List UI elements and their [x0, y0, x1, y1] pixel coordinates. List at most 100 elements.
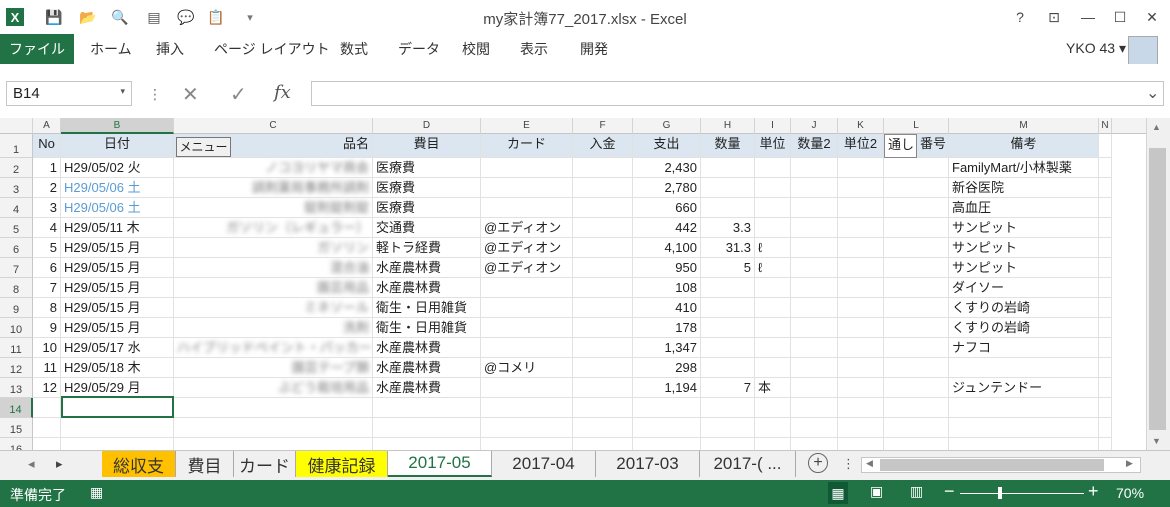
user-account[interactable]: YKO 43 ▾ [1066, 40, 1126, 57]
item-name-cell[interactable]: 錠剤錠剤錠 [174, 198, 373, 218]
expense-cell[interactable]: 1,347 [633, 338, 701, 358]
column-header-f[interactable]: F [573, 118, 633, 134]
avatar[interactable] [1128, 36, 1158, 65]
unit-cell[interactable]: ℓ [755, 258, 791, 278]
scroll-right-icon[interactable]: ▶ [1126, 458, 1133, 469]
unit2-cell[interactable] [838, 378, 884, 398]
item-name-cell[interactable]: ミネソール [174, 298, 373, 318]
category-cell[interactable]: 医療費 [373, 198, 481, 218]
more-options-icon[interactable]: ⋮ [842, 456, 855, 472]
category-cell[interactable] [373, 438, 481, 450]
cell[interactable] [1099, 278, 1112, 298]
unit-cell[interactable] [755, 278, 791, 298]
no-cell[interactable]: 6 [33, 258, 61, 278]
unit-cell[interactable] [755, 318, 791, 338]
income-cell[interactable] [573, 258, 633, 278]
row-header-2[interactable]: 2 [0, 158, 33, 178]
worksheet-grid[interactable]: A B C D E F G H I J K L M N 1 No 日付 品名 費… [0, 118, 1146, 450]
date-cell[interactable]: H29/05/15 月 [61, 238, 174, 258]
column-header-j[interactable]: J [791, 118, 838, 134]
card-cell[interactable] [481, 438, 573, 450]
normal-view-icon[interactable]: ▦ [828, 482, 848, 504]
header-quantity2[interactable]: 数量2 [791, 134, 838, 158]
quantity-cell[interactable]: 7 [701, 378, 755, 398]
header-unit2[interactable]: 単位2 [838, 134, 884, 158]
date-cell[interactable]: H29/05/15 月 [61, 278, 174, 298]
no-cell[interactable]: 10 [33, 338, 61, 358]
no-cell[interactable] [33, 418, 61, 438]
horizontal-scroll-thumb[interactable] [880, 459, 1104, 471]
close-icon[interactable]: ✕ [1138, 6, 1166, 28]
scroll-down-icon[interactable]: ▼ [1152, 436, 1161, 446]
print-preview-icon[interactable]: 🔍 [110, 7, 130, 27]
menu-button[interactable]: メニュー [176, 137, 231, 157]
column-header-b[interactable]: B [61, 118, 174, 134]
maximize-icon[interactable]: ☐ [1106, 6, 1134, 28]
column-header-c[interactable]: C [174, 118, 373, 134]
no-cell[interactable]: 11 [33, 358, 61, 378]
card-cell[interactable] [481, 278, 573, 298]
column-header-i[interactable]: I [755, 118, 791, 134]
header-bangou[interactable]: 番号 [917, 134, 949, 158]
quantity2-cell[interactable] [791, 338, 838, 358]
date-cell[interactable]: H29/05/15 月 [61, 258, 174, 278]
column-header-m[interactable]: M [949, 118, 1099, 134]
header-date[interactable]: 日付 [61, 134, 174, 158]
income-cell[interactable] [573, 218, 633, 238]
row-header-16[interactable]: 16 [0, 438, 33, 450]
expense-cell[interactable]: 298 [633, 358, 701, 378]
row-header-8[interactable]: 8 [0, 278, 33, 298]
category-cell[interactable]: 水産農林費 [373, 358, 481, 378]
unit2-cell[interactable] [838, 258, 884, 278]
row-header-6[interactable]: 6 [0, 238, 33, 258]
quantity2-cell[interactable] [791, 198, 838, 218]
zoom-level[interactable]: 70% [1116, 485, 1144, 501]
card-cell[interactable] [481, 158, 573, 178]
unit2-cell[interactable] [838, 158, 884, 178]
category-cell[interactable]: 衛生・日用雑貨 [373, 318, 481, 338]
unit-cell[interactable] [755, 338, 791, 358]
unit-cell[interactable] [755, 398, 791, 418]
date-cell[interactable] [61, 438, 174, 450]
cell[interactable] [884, 198, 949, 218]
cell[interactable] [1099, 218, 1112, 238]
income-cell[interactable] [573, 358, 633, 378]
column-header-g[interactable]: G [633, 118, 701, 134]
quantity2-cell[interactable] [791, 318, 838, 338]
cell[interactable] [1099, 134, 1112, 158]
quantity-cell[interactable] [701, 398, 755, 418]
quantity2-cell[interactable] [791, 438, 838, 450]
unit2-cell[interactable] [838, 338, 884, 358]
expense-cell[interactable]: 2,780 [633, 178, 701, 198]
expense-cell[interactable]: 660 [633, 198, 701, 218]
item-name-cell[interactable]: ガソリン [174, 238, 373, 258]
expense-cell[interactable]: 442 [633, 218, 701, 238]
item-name-cell[interactable] [174, 418, 373, 438]
cell[interactable] [884, 238, 949, 258]
zoom-slider-thumb[interactable] [998, 487, 1002, 499]
date-cell[interactable]: H29/05/17 水 [61, 338, 174, 358]
card-cell[interactable] [481, 418, 573, 438]
item-name-cell[interactable]: 園芸用品 [174, 278, 373, 298]
no-cell[interactable]: 1 [33, 158, 61, 178]
tab-formulas[interactable]: 数式 [340, 34, 368, 64]
tab-file[interactable]: ファイル [0, 34, 74, 64]
column-header-e[interactable]: E [481, 118, 573, 134]
unit2-cell[interactable] [838, 398, 884, 418]
income-cell[interactable] [573, 338, 633, 358]
quantity2-cell[interactable] [791, 238, 838, 258]
cell[interactable] [1099, 378, 1112, 398]
sheet-next-icon[interactable]: ▸ [56, 456, 63, 472]
item-name-cell[interactable]: 混合油 [174, 258, 373, 278]
quantity2-cell[interactable] [791, 358, 838, 378]
no-cell[interactable]: 7 [33, 278, 61, 298]
item-name-cell[interactable]: 洗剤 [174, 318, 373, 338]
tab-home[interactable]: ホーム [90, 34, 132, 64]
expense-cell[interactable] [633, 438, 701, 450]
card-cell[interactable]: @コメリ [481, 358, 573, 378]
header-card[interactable]: カード [481, 134, 573, 158]
row-header-10[interactable]: 10 [0, 318, 33, 338]
quantity-cell[interactable] [701, 318, 755, 338]
card-cell[interactable] [481, 378, 573, 398]
item-name-cell[interactable]: ぶどう栽培用品 [174, 378, 373, 398]
